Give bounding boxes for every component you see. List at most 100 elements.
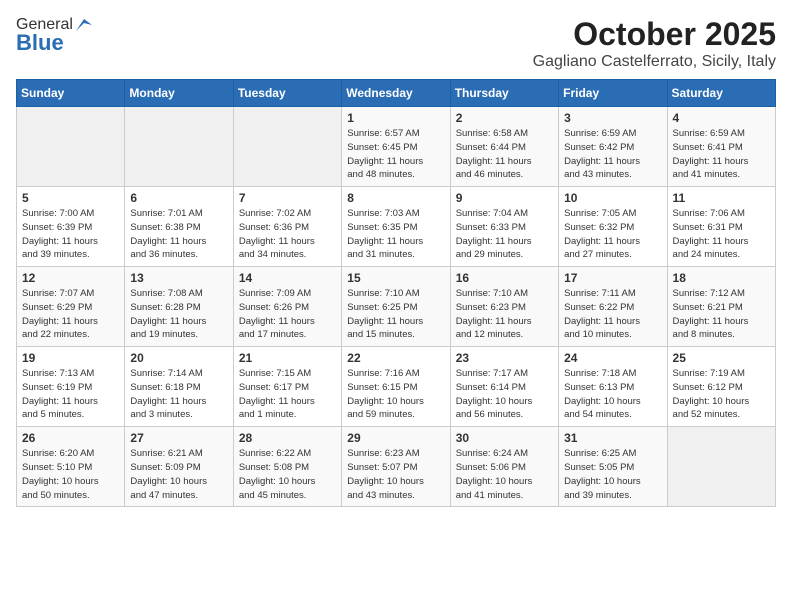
day-number: 28: [239, 431, 336, 445]
day-number: 6: [130, 191, 227, 205]
day-info: Sunrise: 7:10 AMSunset: 6:23 PMDaylight:…: [456, 287, 553, 342]
day-number: 13: [130, 271, 227, 285]
day-number: 8: [347, 191, 444, 205]
calendar-cell: 30 Sunrise: 6:24 AMSunset: 5:06 PMDayligh…: [450, 427, 558, 507]
weekday-header-monday: Monday: [125, 80, 233, 107]
calendar-cell: 12 Sunrise: 7:07 AMSunset: 6:29 PMDayligh…: [17, 267, 125, 347]
weekday-header-wednesday: Wednesday: [342, 80, 450, 107]
day-number: 19: [22, 351, 119, 365]
calendar-week-row: 19 Sunrise: 7:13 AMSunset: 6:19 PMDayligh…: [17, 347, 776, 427]
calendar-table: SundayMondayTuesdayWednesdayThursdayFrid…: [16, 79, 776, 507]
day-number: 30: [456, 431, 553, 445]
calendar-week-row: 5 Sunrise: 7:00 AMSunset: 6:39 PMDaylight…: [17, 187, 776, 267]
calendar-cell: [667, 427, 775, 507]
day-info: Sunrise: 7:02 AMSunset: 6:36 PMDaylight:…: [239, 207, 336, 262]
logo-blue-text: Blue: [16, 30, 64, 56]
location-subtitle: Gagliano Castelferrato, Sicily, Italy: [533, 53, 776, 71]
day-number: 31: [564, 431, 661, 445]
day-info: Sunrise: 7:19 AMSunset: 6:12 PMDaylight:…: [673, 367, 770, 422]
calendar-cell: 29 Sunrise: 6:23 AMSunset: 5:07 PMDayligh…: [342, 427, 450, 507]
calendar-cell: 22 Sunrise: 7:16 AMSunset: 6:15 PMDayligh…: [342, 347, 450, 427]
day-info: Sunrise: 7:05 AMSunset: 6:32 PMDaylight:…: [564, 207, 661, 262]
day-info: Sunrise: 6:22 AMSunset: 5:08 PMDaylight:…: [239, 447, 336, 502]
day-number: 26: [22, 431, 119, 445]
day-info: Sunrise: 7:00 AMSunset: 6:39 PMDaylight:…: [22, 207, 119, 262]
calendar-cell: 2 Sunrise: 6:58 AMSunset: 6:44 PMDaylight…: [450, 107, 558, 187]
day-number: 29: [347, 431, 444, 445]
day-number: 20: [130, 351, 227, 365]
day-info: Sunrise: 7:10 AMSunset: 6:25 PMDaylight:…: [347, 287, 444, 342]
weekday-header-sunday: Sunday: [17, 80, 125, 107]
day-number: 5: [22, 191, 119, 205]
logo: General Blue: [16, 16, 94, 56]
calendar-cell: 26Sunrise: 6:20 AMSunset: 5:10 PMDayligh…: [17, 427, 125, 507]
calendar-cell: 11Sunrise: 7:06 AMSunset: 6:31 PMDayligh…: [667, 187, 775, 267]
day-info: Sunrise: 7:07 AMSunset: 6:29 PMDaylight:…: [22, 287, 119, 342]
day-info: Sunrise: 7:01 AMSunset: 6:38 PMDaylight:…: [130, 207, 227, 262]
day-number: 1: [347, 111, 444, 125]
weekday-header-thursday: Thursday: [450, 80, 558, 107]
day-info: Sunrise: 6:21 AMSunset: 5:09 PMDaylight:…: [130, 447, 227, 502]
day-info: Sunrise: 7:13 AMSunset: 6:19 PMDaylight:…: [22, 367, 119, 422]
day-info: Sunrise: 6:24 AMSunset: 5:06 PMDaylight:…: [456, 447, 553, 502]
weekday-header-friday: Friday: [559, 80, 667, 107]
day-number: 22: [347, 351, 444, 365]
day-info: Sunrise: 7:11 AMSunset: 6:22 PMDaylight:…: [564, 287, 661, 342]
calendar-cell: 17Sunrise: 7:11 AMSunset: 6:22 PMDayligh…: [559, 267, 667, 347]
day-info: Sunrise: 7:18 AMSunset: 6:13 PMDaylight:…: [564, 367, 661, 422]
calendar-cell: [233, 107, 341, 187]
day-info: Sunrise: 7:12 AMSunset: 6:21 PMDaylight:…: [673, 287, 770, 342]
weekday-header-saturday: Saturday: [667, 80, 775, 107]
calendar-cell: 1 Sunrise: 6:57 AMSunset: 6:45 PMDaylight…: [342, 107, 450, 187]
calendar-cell: 25 Sunrise: 7:19 AMSunset: 6:12 PMDayligh…: [667, 347, 775, 427]
calendar-cell: 6 Sunrise: 7:01 AMSunset: 6:38 PMDaylight…: [125, 187, 233, 267]
day-number: 25: [673, 351, 770, 365]
calendar-cell: 16 Sunrise: 7:10 AMSunset: 6:23 PMDayligh…: [450, 267, 558, 347]
calendar-cell: 18 Sunrise: 7:12 AMSunset: 6:21 PMDayligh…: [667, 267, 775, 347]
calendar-week-row: 1 Sunrise: 6:57 AMSunset: 6:45 PMDaylight…: [17, 107, 776, 187]
calendar-cell: 10 Sunrise: 7:05 AMSunset: 6:32 PMDayligh…: [559, 187, 667, 267]
day-number: 12: [22, 271, 119, 285]
calendar-cell: 15 Sunrise: 7:10 AMSunset: 6:25 PMDayligh…: [342, 267, 450, 347]
day-info: Sunrise: 6:23 AMSunset: 5:07 PMDaylight:…: [347, 447, 444, 502]
calendar-cell: 3Sunrise: 6:59 AMSunset: 6:42 PMDaylight…: [559, 107, 667, 187]
month-title: October 2025: [533, 16, 776, 53]
day-number: 9: [456, 191, 553, 205]
day-info: Sunrise: 7:03 AMSunset: 6:35 PMDaylight:…: [347, 207, 444, 262]
day-number: 18: [673, 271, 770, 285]
day-number: 10: [564, 191, 661, 205]
day-number: 4: [673, 111, 770, 125]
day-number: 14: [239, 271, 336, 285]
weekday-header-row: SundayMondayTuesdayWednesdayThursdayFrid…: [17, 80, 776, 107]
day-info: Sunrise: 7:14 AMSunset: 6:18 PMDaylight:…: [130, 367, 227, 422]
day-number: 24: [564, 351, 661, 365]
day-info: Sunrise: 6:59 AMSunset: 6:41 PMDaylight:…: [673, 127, 770, 182]
calendar-cell: 27Sunrise: 6:21 AMSunset: 5:09 PMDayligh…: [125, 427, 233, 507]
calendar-cell: [125, 107, 233, 187]
calendar-cell: 28 Sunrise: 6:22 AMSunset: 5:08 PMDayligh…: [233, 427, 341, 507]
calendar-cell: 21 Sunrise: 7:15 AMSunset: 6:17 PMDayligh…: [233, 347, 341, 427]
day-number: 21: [239, 351, 336, 365]
day-info: Sunrise: 7:04 AMSunset: 6:33 PMDaylight:…: [456, 207, 553, 262]
calendar-cell: 7Sunrise: 7:02 AMSunset: 6:36 PMDaylight…: [233, 187, 341, 267]
day-number: 23: [456, 351, 553, 365]
day-number: 15: [347, 271, 444, 285]
day-info: Sunrise: 7:16 AMSunset: 6:15 PMDaylight:…: [347, 367, 444, 422]
day-info: Sunrise: 6:58 AMSunset: 6:44 PMDaylight:…: [456, 127, 553, 182]
day-info: Sunrise: 6:59 AMSunset: 6:42 PMDaylight:…: [564, 127, 661, 182]
day-info: Sunrise: 6:57 AMSunset: 6:45 PMDaylight:…: [347, 127, 444, 182]
calendar-cell: 9 Sunrise: 7:04 AMSunset: 6:33 PMDaylight…: [450, 187, 558, 267]
page-header: General Blue October 2025 Gagliano Caste…: [16, 16, 776, 71]
calendar-week-row: 26Sunrise: 6:20 AMSunset: 5:10 PMDayligh…: [17, 427, 776, 507]
calendar-cell: 19 Sunrise: 7:13 AMSunset: 6:19 PMDayligh…: [17, 347, 125, 427]
calendar-cell: [17, 107, 125, 187]
day-info: Sunrise: 7:15 AMSunset: 6:17 PMDaylight:…: [239, 367, 336, 422]
calendar-cell: 8 Sunrise: 7:03 AMSunset: 6:35 PMDaylight…: [342, 187, 450, 267]
calendar-cell: 24 Sunrise: 7:18 AMSunset: 6:13 PMDayligh…: [559, 347, 667, 427]
day-number: 2: [456, 111, 553, 125]
calendar-cell: 4 Sunrise: 6:59 AMSunset: 6:41 PMDaylight…: [667, 107, 775, 187]
calendar-cell: 23Sunrise: 7:17 AMSunset: 6:14 PMDayligh…: [450, 347, 558, 427]
day-info: Sunrise: 7:09 AMSunset: 6:26 PMDaylight:…: [239, 287, 336, 342]
day-number: 16: [456, 271, 553, 285]
calendar-cell: 20 Sunrise: 7:14 AMSunset: 6:18 PMDayligh…: [125, 347, 233, 427]
